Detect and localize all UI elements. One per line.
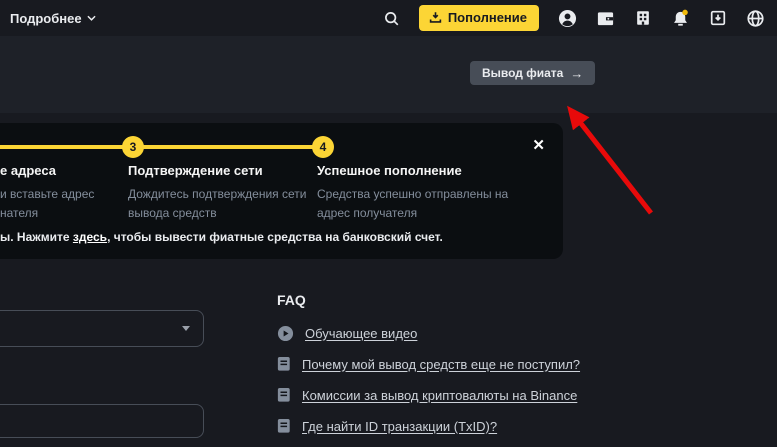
step-3-title: Подтверждение сети: [128, 163, 310, 178]
faq-link-label: Почему мой вывод средств еще не поступил…: [302, 357, 580, 372]
tour-note: ы. Нажмите здесь, чтобы вывести фиатные …: [0, 230, 443, 244]
step-3-description: Дождитесь подтверждения сети вывода сред…: [128, 185, 310, 223]
notifications-bell-icon[interactable]: [671, 9, 690, 28]
navbar-actions: Пополнение: [383, 5, 767, 31]
faq-link-label: Обучающее видео: [305, 326, 417, 341]
tour-note-suffix: , чтобы вывести фиатные средства на банк…: [107, 230, 443, 244]
more-menu-label: Подробнее: [10, 11, 82, 26]
top-navbar: Подробнее Пополнение: [0, 0, 777, 36]
faq-link-label: Где найти ID транзакции (TxID)?: [302, 419, 497, 434]
search-icon[interactable]: [383, 10, 400, 27]
step-4-badge: 4: [312, 136, 334, 158]
step-2-title-fragment: е адреса: [0, 163, 118, 178]
step-2-desc-line2: нателя: [0, 204, 118, 223]
faq-item-find-txid[interactable]: Где найти ID транзакции (TxID)?: [277, 416, 587, 436]
step-3-column: Подтверждение сети Дождитесь подтвержден…: [128, 163, 310, 223]
close-icon[interactable]: ✕: [532, 138, 545, 153]
faq-title: FAQ: [277, 292, 587, 308]
document-icon: [277, 356, 291, 372]
step-2-desc-line1: и вставьте адрес: [0, 185, 118, 204]
page-header-band: [0, 36, 777, 113]
withdraw-fiat-label: Вывод фиата: [482, 66, 563, 80]
tour-note-prefix: ы. Нажмите: [0, 230, 73, 244]
deposit-button[interactable]: Пополнение: [419, 5, 539, 31]
onboarding-tour-panel: 3 4 е адреса и вставьте адрес нателя Под…: [0, 123, 563, 259]
tour-note-link[interactable]: здесь: [73, 230, 107, 244]
globe-icon[interactable]: [746, 9, 765, 28]
more-menu[interactable]: Подробнее: [10, 11, 96, 26]
faq-section: FAQ Обучающее видео Почему мой вывод сре…: [277, 292, 587, 447]
profile-icon[interactable]: [558, 9, 577, 28]
chevron-down-icon: [87, 15, 96, 21]
withdraw-fiat-button[interactable]: Вывод фиата →: [470, 61, 595, 85]
document-icon: [277, 418, 291, 434]
step-4-description: Средства успешно отправлены на адрес пол…: [317, 185, 529, 223]
step-4-title: Успешное пополнение: [317, 163, 529, 178]
faq-item-withdrawal-not-arrived[interactable]: Почему мой вывод средств еще не поступил…: [277, 354, 587, 374]
step-3-badge: 3: [122, 136, 144, 158]
faq-item-withdrawal-fees[interactable]: Комиссии за вывод криптовалюты на Binanc…: [277, 385, 587, 405]
faq-link-label: Комиссии за вывод криптовалюты на Binanc…: [302, 388, 577, 403]
download-app-icon[interactable]: [709, 9, 727, 27]
arrow-right-icon: →: [570, 66, 583, 81]
deposit-button-label: Пополнение: [448, 10, 527, 25]
document-icon: [277, 387, 291, 403]
orders-icon[interactable]: [634, 9, 652, 27]
play-circle-icon: [277, 325, 294, 342]
faq-item-tutorial-video[interactable]: Обучающее видео: [277, 323, 587, 343]
caret-down-icon: [182, 326, 190, 331]
step-2-column-partial: е адреса и вставьте адрес нателя: [0, 163, 118, 223]
network-select[interactable]: [0, 310, 204, 347]
step-4-column: Успешное пополнение Средства успешно отп…: [317, 163, 529, 223]
wallet-icon[interactable]: [596, 9, 615, 28]
stepper-progress-line: [0, 145, 324, 149]
deposit-icon: [429, 11, 442, 24]
form-field-partial[interactable]: [0, 404, 204, 438]
